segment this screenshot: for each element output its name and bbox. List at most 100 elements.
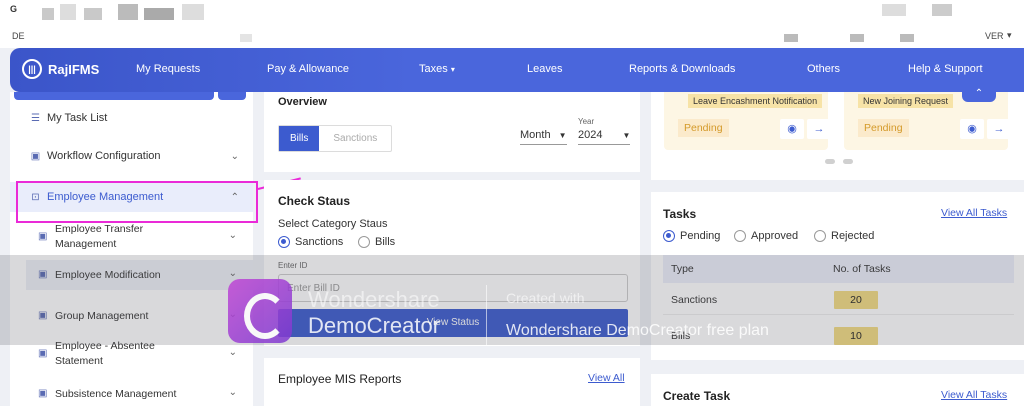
sidebar-subitem-subsistence-management[interactable]: ▣ Subsistence Management ⌄ [26, 386, 253, 404]
filter-pending[interactable]: Pending [663, 230, 720, 242]
sidebar: ☰ My Task List ▣ Workflow Configuration … [10, 92, 253, 406]
overview-title: Overview [278, 96, 327, 108]
document-icon: ▣ [38, 348, 48, 359]
site-logo-icon: G [10, 4, 18, 14]
brand-name: RajIFMS [48, 61, 100, 77]
radio-selected-icon [663, 230, 675, 242]
subitem-label-line2: Management [55, 238, 117, 250]
sidebar-item-label: Workflow Configuration [47, 150, 161, 162]
chevron-down-icon: ⌄ [230, 150, 239, 162]
blurred-block [850, 34, 864, 42]
status-badge: Pending [678, 119, 729, 137]
radio-label: Pending [680, 230, 721, 242]
carousel-dot[interactable] [825, 159, 835, 164]
radio-bills[interactable]: Bills [358, 236, 395, 248]
tab-bills[interactable]: Bills [279, 126, 320, 151]
collapse-button[interactable]: ⌃ [962, 86, 996, 102]
nav-reports-downloads[interactable]: Reports & Downloads [629, 63, 735, 75]
check-status-title: Check Staus [278, 194, 351, 208]
notification-tag: Leave Encashment Notification [688, 94, 823, 108]
nav-help-support[interactable]: Help & Support [908, 63, 983, 75]
document-icon: ▣ [38, 231, 48, 242]
month-select[interactable]: Month ▼ [520, 129, 567, 145]
eye-icon[interactable]: ◉ [780, 119, 804, 139]
blurred-block [60, 4, 76, 20]
eye-icon[interactable]: ◉ [960, 119, 984, 139]
main-navbar: ||| RajIFMS My Requests Pay & Allowance … [10, 48, 1024, 92]
subitem-label-line1: Subsistence Management [55, 388, 177, 400]
sidebar-item-workflow-configuration[interactable]: ▣ Workflow Configuration ⌄ [10, 148, 253, 164]
radio-selected-icon [278, 236, 290, 248]
nav-my-requests[interactable]: My Requests [136, 63, 200, 75]
blurred-block [144, 8, 174, 20]
caret-down-icon: ▼ [622, 131, 631, 140]
check-status-subtitle: Select Category Staus [278, 218, 388, 230]
year-select-value: 2024 [578, 129, 603, 141]
radio-unselected-icon [358, 236, 370, 248]
overview-card: Overview Bills Sanctions Month ▼ Year 202… [264, 92, 640, 172]
notification-tag: New Joining Request [858, 94, 954, 108]
sidebar-tab[interactable] [218, 92, 246, 100]
tasks-title: Tasks [663, 207, 697, 221]
document-icon: ▣ [30, 150, 41, 162]
nav-leaves[interactable]: Leaves [527, 63, 562, 75]
radio-label: Sanctions [295, 236, 344, 248]
notifications-card: Leave Encashment Notification Pending ◉ … [651, 86, 1024, 180]
view-all-tasks-link[interactable]: View All Tasks [941, 207, 1007, 219]
carousel-dot[interactable] [843, 159, 853, 164]
filter-rejected[interactable]: Rejected [814, 230, 874, 242]
radio-label: Bills [375, 236, 396, 248]
subitem-label-line2: Statement [55, 355, 103, 367]
browser-left-label: DE [12, 31, 25, 41]
radio-label: Rejected [831, 230, 875, 242]
create-task-title: Create Task [663, 389, 731, 403]
radio-sanctions[interactable]: Sanctions [278, 236, 343, 248]
highlight-box [16, 181, 258, 223]
radio-unselected-icon [814, 230, 826, 242]
year-caption: Year [578, 117, 595, 126]
caret-down-icon: ▼ [558, 131, 567, 140]
subitem-label-line1: Employee Transfer [55, 223, 144, 235]
brand-logo-icon: ||| [22, 59, 42, 79]
sidebar-subitem-employee-transfer[interactable]: ▣ Employee Transfer Management ⌄ [26, 222, 253, 252]
list-icon: ☰ [31, 112, 40, 124]
document-icon: ▣ [38, 388, 48, 399]
tab-sanctions[interactable]: Sanctions [319, 126, 391, 151]
nav-pay-allowance[interactable]: Pay & Allowance [267, 63, 349, 75]
watermark-brand1: Wondershare [308, 287, 440, 312]
sidebar-item-label: My Task List [47, 112, 108, 124]
radio-unselected-icon [734, 230, 746, 242]
nav-taxes[interactable]: Taxes ▾ [419, 63, 455, 75]
mis-view-all-link[interactable]: View All [588, 372, 625, 384]
sidebar-item-my-task-list[interactable]: ☰ My Task List [10, 110, 253, 126]
watermark-line1: Created with [506, 290, 585, 306]
chevron-down-icon[interactable]: ▾ [1007, 30, 1012, 41]
status-badge: Pending [858, 119, 909, 137]
create-task-card: Create Task View All Tasks [651, 374, 1024, 406]
arrow-right-icon[interactable]: → [987, 119, 1011, 139]
chevron-down-icon: ⌄ [228, 230, 237, 241]
blurred-block [240, 34, 252, 42]
arrow-right-icon[interactable]: → [807, 119, 831, 139]
democreator-logo-icon [228, 279, 292, 343]
mis-reports-card: Employee MIS Reports View All [264, 358, 640, 406]
blurred-block [900, 34, 914, 42]
notification-leave-encashment: Leave Encashment Notification Pending ◉ … [664, 92, 831, 150]
filter-approved[interactable]: Approved [734, 230, 798, 242]
chevron-down-icon: ⌄ [228, 387, 237, 398]
blurred-block [118, 4, 138, 20]
overview-toggle: Bills Sanctions [278, 125, 393, 152]
blurred-block [42, 8, 54, 20]
year-select[interactable]: 2024 ▼ [578, 129, 631, 145]
browser-top-strip: G DE VER ▾ [0, 0, 1024, 48]
create-task-view-all-link[interactable]: View All Tasks [941, 389, 1007, 401]
watermark-divider [486, 285, 487, 345]
brand[interactable]: ||| RajIFMS [22, 59, 99, 79]
chevron-down-icon: ⌄ [228, 347, 237, 358]
blurred-block [882, 4, 906, 16]
blurred-block [84, 8, 102, 20]
sidebar-tab[interactable] [14, 92, 214, 100]
nav-others[interactable]: Others [807, 63, 840, 75]
mis-reports-title: Employee MIS Reports [278, 372, 402, 386]
radio-label: Approved [751, 230, 799, 242]
